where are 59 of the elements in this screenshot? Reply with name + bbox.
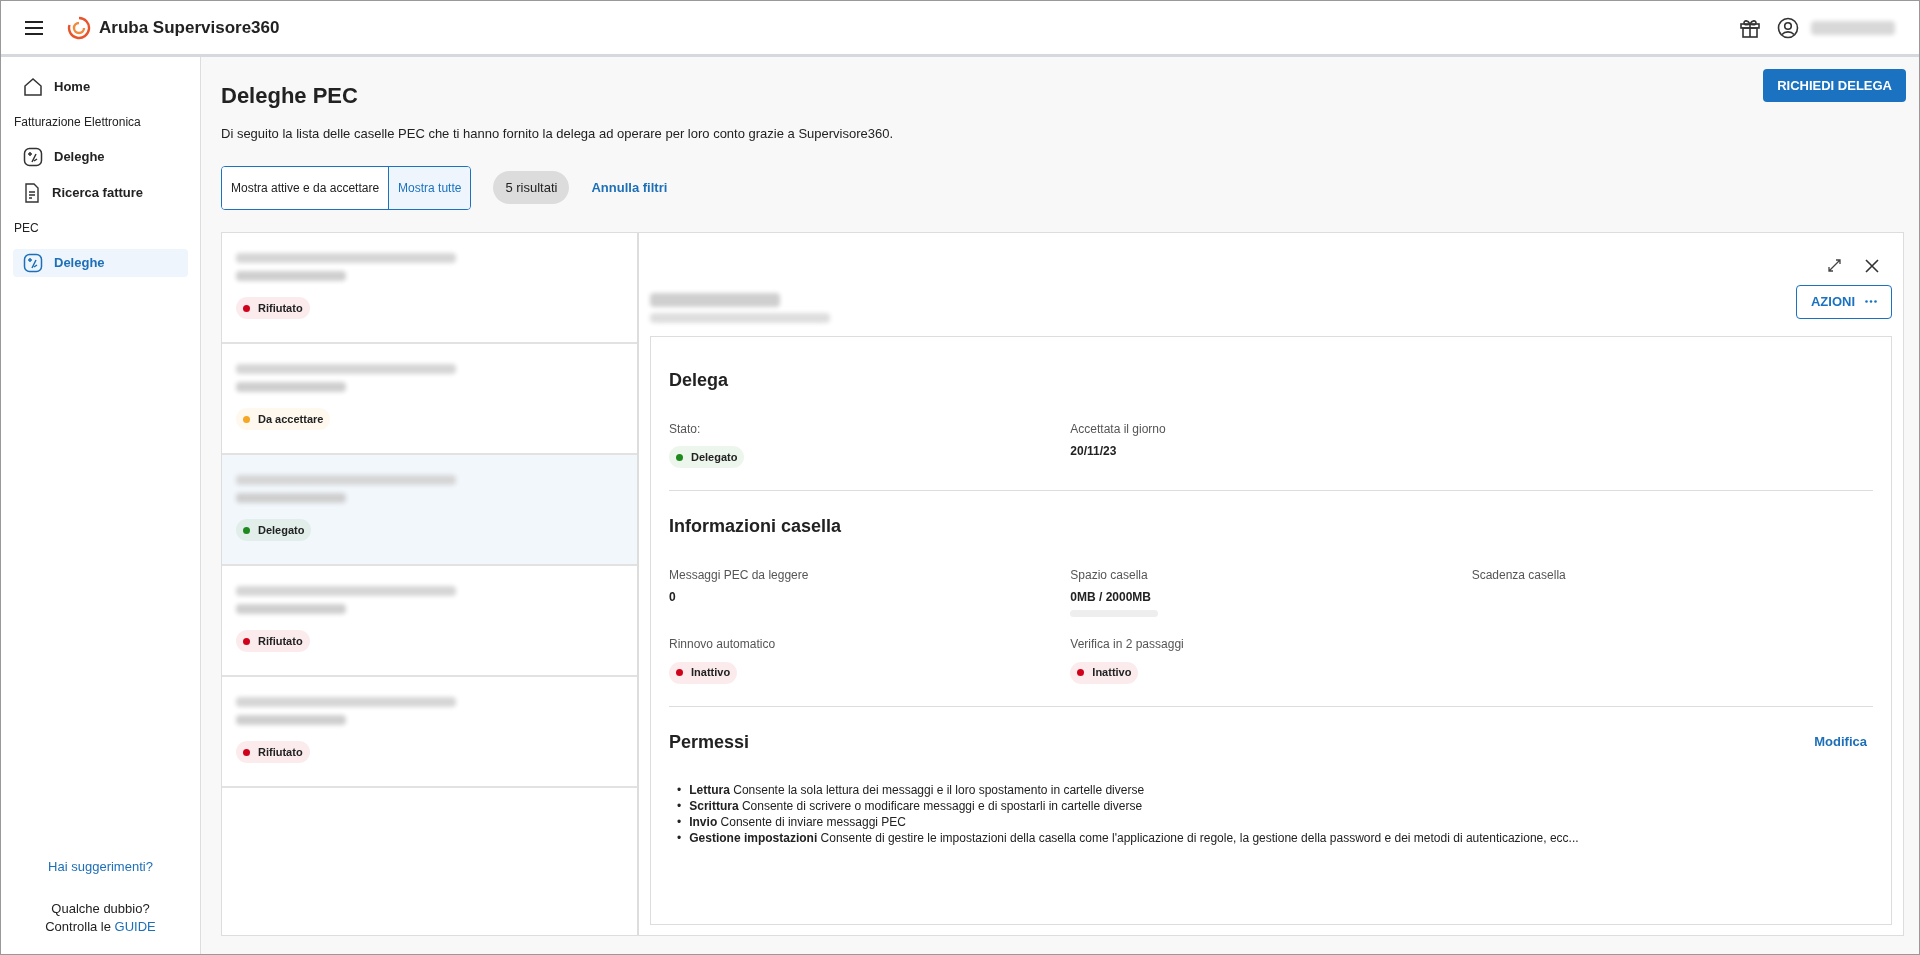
bullet-marker: • <box>677 797 682 814</box>
section-title: Delega <box>669 368 730 392</box>
field-value: 20/11/23 <box>1070 442 1118 460</box>
status-badge: Inattivo <box>669 661 738 684</box>
guide-link[interactable]: GUIDE <box>114 919 156 934</box>
page-title: Deleghe PEC <box>220 82 359 110</box>
more-icon <box>1865 300 1877 303</box>
bullet-marker: • <box>677 813 682 830</box>
results-count: 5 risultati <box>493 170 570 205</box>
clear-filters-link[interactable]: Annulla filtri <box>591 177 668 198</box>
bullet-marker: • <box>677 781 682 798</box>
sidebar-section-label: Fatturazione Elettronica <box>13 114 142 131</box>
sidebar-item[interactable]: Deleghe <box>13 143 188 171</box>
home-icon <box>23 77 43 97</box>
field-value: 0MB / 2000MB <box>1070 589 1153 606</box>
permission-item: Lettura Consente la sola lettura dei messaggi e il loro spostamento in cartelle diverse <box>689 781 1145 798</box>
help-text: Qualche dubbio? Controlla le GUIDE <box>44 900 157 936</box>
field-label: Scadenza casella <box>1471 567 1567 584</box>
field-label: Verifica in 2 passaggi <box>1070 636 1185 653</box>
filter-toggle[interactable]: Mostra tutte <box>388 166 471 209</box>
section-title: Permessi <box>669 730 750 754</box>
filter-toggle[interactable]: Mostra attive e da accettare <box>222 166 389 209</box>
menu-icon[interactable] <box>25 20 43 35</box>
field-value: 0 <box>669 589 677 606</box>
status-badge: Inattivo <box>1070 661 1139 684</box>
status-badge: Delegato <box>669 446 745 468</box>
delegation-icon <box>23 147 43 167</box>
sidebar-item[interactable]: Ricerca fatture <box>13 179 188 207</box>
section-title: Informazioni casella <box>669 515 843 538</box>
expand-icon[interactable] <box>1828 258 1841 272</box>
page-description: Di seguito la lista delle caselle PEC che ti hanno fornito la delega ad operare per loro conto grazie a Supervisore360. <box>220 125 894 143</box>
field-label: Stato: <box>669 420 702 438</box>
status-badge: Da accettare <box>236 408 331 430</box>
status-badge: Rifiutato <box>236 297 310 319</box>
delegation-item[interactable]: Delegato <box>222 454 637 566</box>
actions-button[interactable]: AZIONI <box>1795 284 1892 319</box>
bullet-marker: • <box>677 829 682 846</box>
delegation-icon <box>23 253 43 273</box>
status-badge: Rifiutato <box>236 741 310 763</box>
sidebar-section-label: PEC <box>13 220 40 237</box>
permission-item: Scrittura Consente di scrivere o modificare messaggi e di spostarli in cartelle diverse <box>689 797 1143 814</box>
app-name: Aruba Supervisore360 <box>99 16 280 39</box>
status-badge: Rifiutato <box>236 630 310 652</box>
field-label: Spazio casella <box>1070 567 1149 584</box>
suggestions-link[interactable]: Hai suggerimenti? <box>48 856 153 876</box>
user-icon[interactable] <box>1777 16 1799 39</box>
close-icon[interactable] <box>1865 258 1879 273</box>
request-button[interactable]: RICHIEDI DELEGA <box>1763 69 1906 102</box>
invoice-icon <box>23 183 41 203</box>
permission-item: Invio Consente di inviare messaggi PEC <box>689 813 906 830</box>
sidebar-item[interactable]: Deleghe <box>13 249 188 277</box>
field-label: Messaggi PEC da leggere <box>669 567 810 584</box>
status-badge: Delegato <box>236 519 312 541</box>
permission-item: Gestione impostazioni Consente di gestire le impostazioni della casella come l'applicazione di regole, la gestione della password e dei metodi di autenticazione, ecc... <box>689 829 1579 846</box>
sidebar-item[interactable]: Home <box>13 73 188 101</box>
field-label: Accettata il giorno <box>1070 420 1167 438</box>
field-label: Rinnovo automatico <box>669 636 777 653</box>
edit-link[interactable]: Modifica <box>1814 732 1867 752</box>
logo-icon <box>67 15 91 40</box>
